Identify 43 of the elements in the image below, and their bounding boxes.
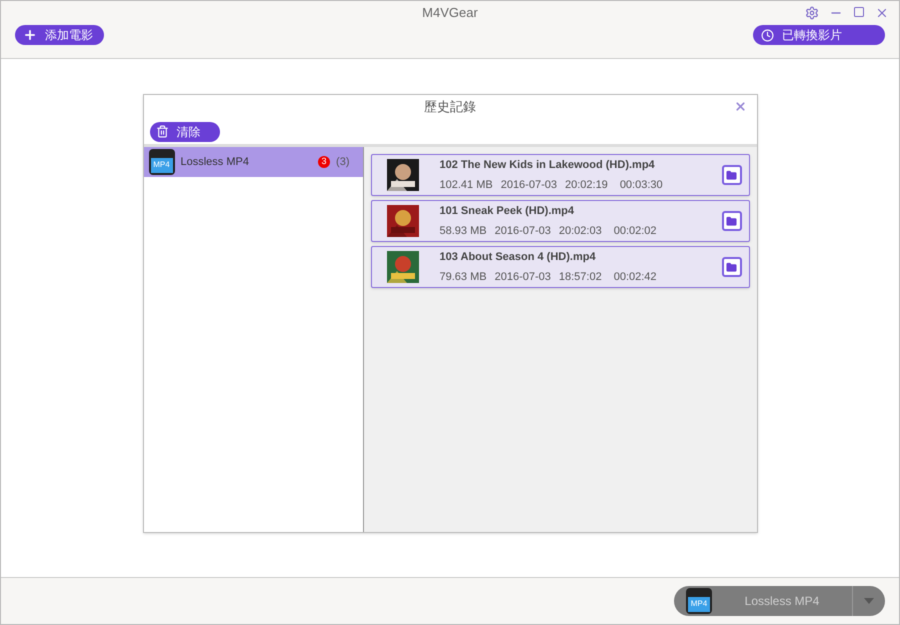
output-format: Lossless MP4	[744, 593, 820, 610]
icon-label: MP4	[153, 161, 170, 170]
clear-button[interactable]: 清除	[150, 122, 220, 142]
count-badge: 3	[318, 156, 330, 168]
file-duration: 00:02:02	[614, 224, 657, 238]
plus-icon	[23, 28, 37, 42]
settings-icon[interactable]	[805, 6, 819, 20]
history-button[interactable]: 已轉換影片	[753, 25, 885, 45]
add-movie-button[interactable]: 添加電影	[15, 25, 104, 45]
file-time: 18:57:02	[558, 270, 602, 284]
file-name: 101 Sneak Peek (HD).mp4	[440, 204, 576, 219]
folder-icon	[726, 170, 737, 180]
clock-icon	[761, 28, 774, 42]
file-duration: 00:03:30	[620, 178, 663, 192]
folder-icon	[726, 216, 737, 226]
file-card[interactable]: 101 Sneak Peek (HD).mp4 58.93 MB 2016-07-03 20:02:03 00:02:02	[370, 200, 750, 242]
close-icon[interactable]	[875, 6, 889, 20]
file-size: 58.93 MB	[440, 224, 487, 238]
format-name: Lossless MP4	[180, 154, 250, 170]
trash-icon	[156, 125, 168, 138]
file-date: 2016-07-03	[494, 270, 551, 284]
open-folder-button[interactable]	[722, 165, 742, 185]
format-item[interactable]: MP4 Lossless MP4 3 (3)	[144, 147, 362, 177]
file-size: 102.41 MB	[440, 178, 493, 192]
open-folder-button[interactable]	[722, 257, 742, 277]
close-icon[interactable]	[734, 100, 746, 113]
open-folder-button[interactable]	[722, 211, 742, 231]
file-count: (3)	[336, 154, 350, 170]
file-time: 20:02:19	[564, 178, 608, 192]
dialog-title: 歷史記錄	[424, 98, 476, 116]
file-name: 103 About Season 4 (HD).mp4	[440, 250, 597, 265]
file-duration: 00:02:42	[614, 270, 657, 284]
maximize-icon[interactable]	[853, 6, 865, 18]
file-size: 79.63 MB	[440, 270, 487, 284]
icon-label: MP4	[690, 600, 708, 608]
folder-icon	[726, 262, 737, 272]
file-card[interactable]: 102 The New Kids in Lakewood (HD).mp4 102.41 MB 2016-07-03 20:02:19 00:03:30	[370, 154, 750, 196]
file-date: 2016-07-03	[494, 224, 551, 238]
file-time: 20:02:03	[558, 224, 602, 238]
window-title: M4VGear	[422, 4, 478, 22]
file-date: 2016-07-03	[500, 178, 557, 192]
file-name: 102 The New Kids in Lakewood (HD).mp4	[440, 158, 656, 173]
file-card[interactable]: 103 About Season 4 (HD).mp4 79.63 MB 2016-07-03 18:57:02 00:02:42	[370, 246, 750, 288]
